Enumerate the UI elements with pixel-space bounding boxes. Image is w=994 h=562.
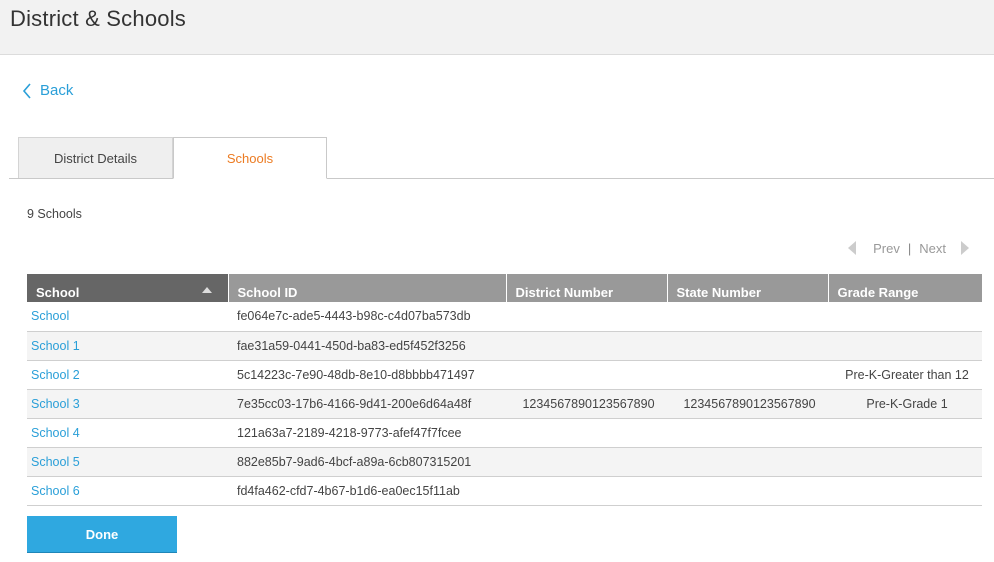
district-number-cell xyxy=(506,447,667,477)
state-number-cell xyxy=(667,302,828,332)
caret-left-icon[interactable] xyxy=(847,240,857,256)
grade-range-cell: Pre-K-Greater than 12 xyxy=(828,360,982,390)
school-name-link[interactable]: School 3 xyxy=(27,389,228,419)
state-number-cell xyxy=(667,447,828,477)
state-number-cell xyxy=(667,476,828,506)
district-number-cell xyxy=(506,360,667,390)
tab-district-details[interactable]: District Details xyxy=(18,137,173,178)
table-row: School 3 7e35cc03-17b6-4166-9d41-200e6d6… xyxy=(27,389,982,419)
back-label: Back xyxy=(40,82,74,99)
table-row: School 4 121a63a7-2189-4218-9773-afef47f… xyxy=(27,418,982,448)
table-row: School 5 882e85b7-9ad6-4bcf-a89a-6cb8073… xyxy=(27,447,982,477)
column-header-school[interactable]: School xyxy=(27,274,228,302)
column-header-state-number[interactable]: State Number xyxy=(666,274,828,302)
district-number-cell xyxy=(506,331,667,361)
back-link[interactable]: Back xyxy=(22,82,73,99)
column-header-district-number[interactable]: District Number xyxy=(505,274,667,302)
tab-baseline xyxy=(9,178,994,179)
district-number-cell: 1234567890123567890 xyxy=(506,389,667,419)
column-header-label: School xyxy=(36,285,80,300)
grade-range-cell xyxy=(828,418,982,448)
school-id-cell: 5c14223c-7e90-48db-8e10-d8bbbb471497 xyxy=(228,360,506,390)
grade-range-cell xyxy=(828,302,982,332)
caret-right-icon[interactable] xyxy=(960,240,970,256)
grade-range-cell xyxy=(828,331,982,361)
state-number-cell xyxy=(667,331,828,361)
column-header-school-id[interactable]: School ID xyxy=(227,274,506,302)
tab-bar: District Details Schools xyxy=(9,137,994,179)
table-row: School 6 fd4fa462-cfd7-4b67-b1d6-ea0ec15… xyxy=(27,476,982,506)
schools-table: School School ID District Number State N… xyxy=(27,274,982,506)
school-id-cell: 121a63a7-2189-4218-9773-afef47f7fcee xyxy=(228,418,506,448)
school-name-link[interactable]: School xyxy=(27,302,228,332)
state-number-cell xyxy=(667,360,828,390)
school-name-link[interactable]: School 2 xyxy=(27,360,228,390)
school-name-link[interactable]: School 1 xyxy=(27,331,228,361)
done-button[interactable]: Done xyxy=(27,516,177,552)
pager-separator: | xyxy=(907,240,912,256)
table-header-row: School School ID District Number State N… xyxy=(27,274,982,302)
school-name-link[interactable]: School 4 xyxy=(27,418,228,448)
district-number-cell xyxy=(506,476,667,506)
grade-range-cell xyxy=(828,476,982,506)
school-name-link[interactable]: School 6 xyxy=(27,476,228,506)
tab-schools[interactable]: Schools xyxy=(173,137,327,179)
district-number-cell xyxy=(506,302,667,332)
school-id-cell: fae31a59-0441-450d-ba83-ed5f452f3256 xyxy=(228,331,506,361)
school-id-cell: fd4fa462-cfd7-4b67-b1d6-ea0ec15f11ab xyxy=(228,476,506,506)
sort-ascending-icon xyxy=(201,287,212,293)
school-id-cell: fe064e7c-ade5-4443-b98c-c4d07ba573db xyxy=(228,302,506,332)
state-number-cell xyxy=(667,418,828,448)
pagination: Prev | Next xyxy=(847,240,970,256)
table-row: School 1 fae31a59-0441-450d-ba83-ed5f452… xyxy=(27,331,982,361)
table-row: School fe064e7c-ade5-4443-b98c-c4d07ba57… xyxy=(27,302,982,332)
grade-range-cell xyxy=(828,447,982,477)
district-number-cell xyxy=(506,418,667,448)
page-title: District & Schools xyxy=(10,6,186,31)
table-row: School 2 5c14223c-7e90-48db-8e10-d8bbbb4… xyxy=(27,360,982,390)
chevron-left-icon xyxy=(22,82,31,99)
school-id-cell: 7e35cc03-17b6-4166-9d41-200e6d64a48f xyxy=(228,389,506,419)
school-name-link[interactable]: School 5 xyxy=(27,447,228,477)
column-header-grade-range[interactable]: Grade Range xyxy=(827,274,982,302)
prev-link[interactable]: Prev xyxy=(873,241,900,256)
page-header: District & Schools xyxy=(0,0,994,55)
grade-range-cell: Pre-K-Grade 1 xyxy=(828,389,982,419)
state-number-cell: 1234567890123567890 xyxy=(667,389,828,419)
school-count: 9 Schools xyxy=(27,207,82,221)
school-id-cell: 882e85b7-9ad6-4bcf-a89a-6cb807315201 xyxy=(228,447,506,477)
next-link[interactable]: Next xyxy=(919,241,946,256)
